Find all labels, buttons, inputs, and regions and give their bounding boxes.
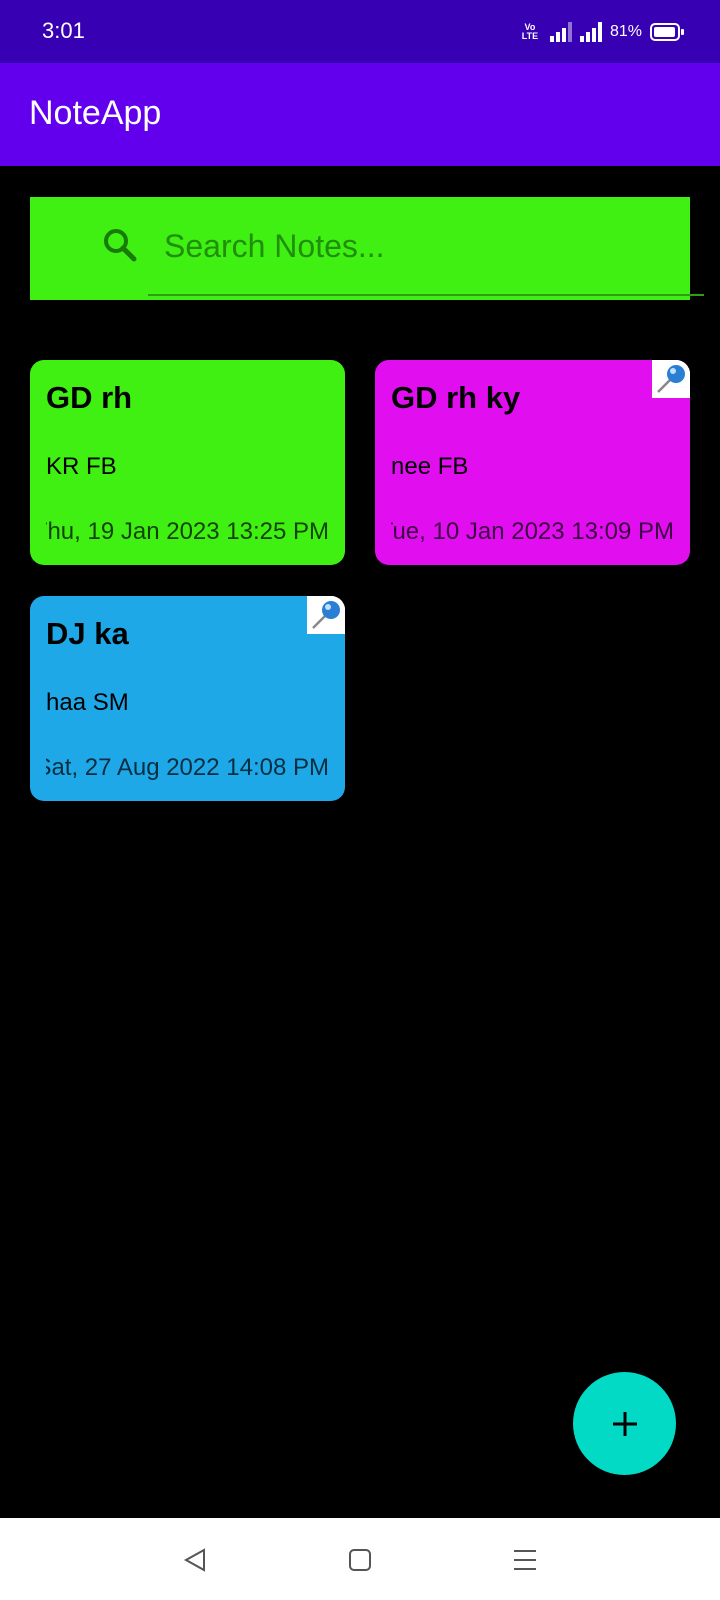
home-icon xyxy=(349,1549,371,1571)
battery-percent: 81% xyxy=(609,23,642,40)
note-card[interactable]: GD rh KR FB Thu, 19 Jan 2023 13:25 PM xyxy=(30,360,345,565)
signal-icon-2 xyxy=(579,22,602,42)
note-title: GD rh ky xyxy=(391,380,521,415)
back-button[interactable] xyxy=(175,1540,215,1580)
status-icons: Vo LTE 81% xyxy=(518,18,684,46)
note-title: GD rh xyxy=(46,380,133,415)
note-card[interactable]: DJ ka haa SM Sat, 27 Aug 2022 14:08 PM xyxy=(30,596,345,801)
app-bar: NoteApp xyxy=(0,63,720,166)
note-body: haa SM xyxy=(46,689,129,716)
status-time: 3:01 xyxy=(42,18,85,43)
home-button[interactable] xyxy=(340,1540,380,1580)
search-icon xyxy=(104,229,137,262)
status-bar: 3:01 Vo LTE 81% xyxy=(0,0,720,63)
search-box[interactable] xyxy=(30,197,704,300)
search-underline xyxy=(148,294,704,296)
note-body: KR FB xyxy=(46,453,117,480)
pin-icon[interactable] xyxy=(652,360,690,398)
volte-icon: Vo LTE xyxy=(521,22,539,41)
app-title: NoteApp xyxy=(29,94,162,132)
note-card[interactable]: GD rh ky nee FB Tue, 10 Jan 2023 13:09 P… xyxy=(375,360,690,565)
note-title: DJ ka xyxy=(46,616,129,651)
menu-icon xyxy=(514,1550,536,1570)
battery-icon xyxy=(650,23,684,41)
pin-icon[interactable] xyxy=(307,596,345,634)
note-date: Thu, 19 Jan 2023 13:25 PM xyxy=(46,518,329,545)
signal-icon xyxy=(549,22,572,42)
note-body: nee FB xyxy=(391,453,469,480)
navigation-bar xyxy=(0,1518,720,1600)
search-input[interactable] xyxy=(164,221,684,271)
plus-icon xyxy=(612,1411,637,1436)
back-icon xyxy=(183,1548,205,1572)
menu-button[interactable] xyxy=(505,1540,545,1580)
note-date: Sat, 27 Aug 2022 14:08 PM xyxy=(46,754,329,781)
add-note-button[interactable] xyxy=(573,1372,676,1475)
note-date: Tue, 10 Jan 2023 13:09 PM xyxy=(391,518,674,545)
